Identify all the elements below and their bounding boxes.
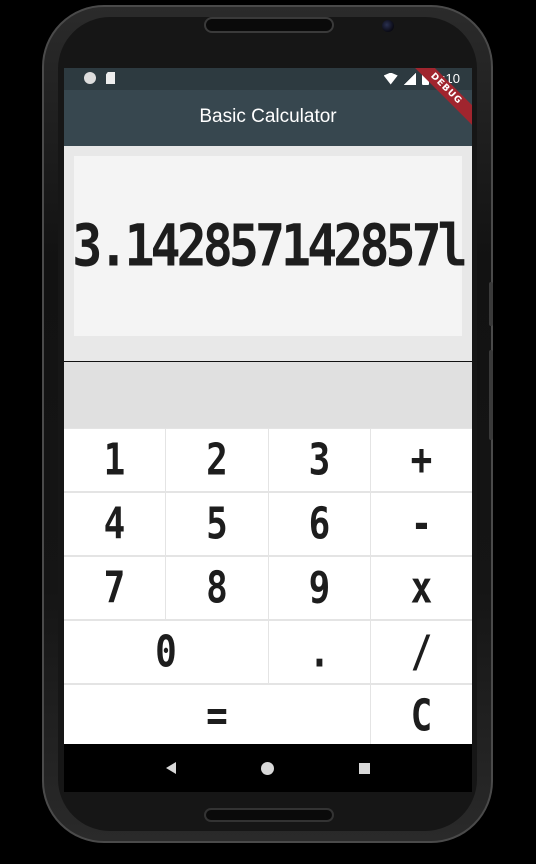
navigation-bar [64,744,472,792]
bottom-speaker [204,808,334,822]
display-box: 3.142857142857l [72,156,468,336]
keypad: 1 2 3 + 4 5 6 - 7 8 9 x 0 . / = C [64,428,472,747]
key-divide[interactable]: / [371,621,472,683]
key-label: 6 [308,499,331,549]
volume-button [489,350,493,440]
app-bar: Basic Calculator [64,90,472,146]
recents-icon[interactable] [358,762,370,774]
key-7[interactable]: 7 [64,557,165,619]
history-area [64,362,472,428]
display-value: 3.142857142857l [72,212,468,280]
sd-card-icon [106,72,115,84]
key-label: 9 [308,563,331,613]
key-label: / [410,627,433,677]
status-bar: 1:10 [64,68,472,90]
home-icon[interactable] [260,761,274,775]
key-label: x [410,563,433,613]
key-label: 0 [155,627,177,677]
key-3[interactable]: 3 [269,429,370,491]
earpiece-speaker [204,17,334,33]
key-label: 3 [308,435,331,485]
key-label: + [410,435,433,485]
key-label: 7 [103,563,126,613]
key-decimal[interactable]: . [269,621,370,683]
wifi-icon [383,72,398,85]
signal-icon [403,72,416,85]
key-multiply[interactable]: x [371,557,472,619]
key-label: 1 [103,435,126,485]
key-label: - [410,499,433,549]
key-4[interactable]: 4 [64,493,165,555]
key-6[interactable]: 6 [269,493,370,555]
key-5[interactable]: 5 [166,493,268,555]
key-label: 4 [103,499,126,549]
key-label: = [206,691,228,741]
key-label: 2 [206,435,228,485]
key-1[interactable]: 1 [64,429,165,491]
calculator-body: 3.142857142857l 1 2 3 + 4 5 6 - 7 8 9 x … [64,146,472,747]
key-label: 5 [206,499,228,549]
display-area: 3.142857142857l [64,146,472,361]
status-bar-left [84,72,115,84]
app-title: Basic Calculator [199,106,337,127]
device-screen: 1:10 Basic Calculator DEBUG 3.1428571428… [64,68,472,792]
key-2[interactable]: 2 [166,429,268,491]
key-9[interactable]: 9 [269,557,370,619]
key-8[interactable]: 8 [166,557,268,619]
front-camera [382,20,394,32]
key-plus[interactable]: + [371,429,472,491]
key-label: . [308,627,331,677]
key-0[interactable]: 0 [64,621,268,683]
power-button [489,282,493,326]
key-minus[interactable]: - [371,493,472,555]
key-label: 8 [206,563,228,613]
key-clear[interactable]: C [371,685,472,747]
notification-dot-icon [84,72,96,84]
key-label: C [410,691,433,741]
key-equals[interactable]: = [64,685,370,747]
back-icon[interactable] [166,762,177,774]
